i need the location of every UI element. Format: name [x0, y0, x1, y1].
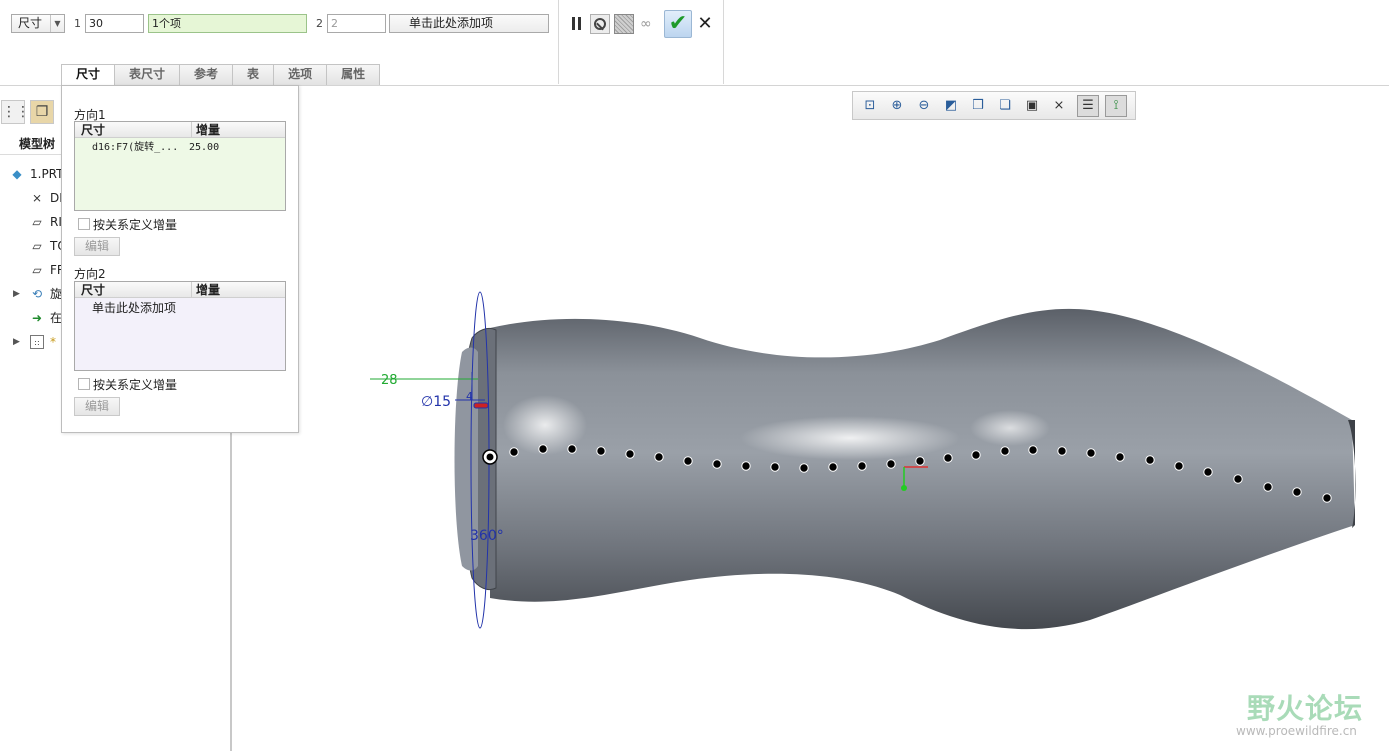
- direction1-label: 1: [74, 17, 81, 30]
- verify-mode-icon[interactable]: [614, 14, 634, 34]
- chevron-down-icon[interactable]: ▼: [50, 15, 64, 32]
- glasses-preview-icon[interactable]: ∞: [640, 16, 660, 32]
- pattern-member-point[interactable]: [943, 453, 953, 463]
- graphics-viewport[interactable]: 28 ∅15 4 360°: [234, 86, 1389, 751]
- pattern-member-point[interactable]: [683, 456, 693, 466]
- direction1-collector[interactable]: 1个项: [148, 14, 307, 33]
- column-header-dimension: 尺寸: [81, 283, 106, 297]
- tab-properties[interactable]: 属性: [326, 64, 381, 85]
- highlight: [740, 416, 960, 460]
- pattern-member-point[interactable]: [1145, 455, 1155, 465]
- dimension-length[interactable]: 28: [381, 373, 398, 388]
- pattern-member-point[interactable]: [770, 462, 780, 472]
- direction2-collector[interactable]: 单击此处添加项: [389, 14, 549, 33]
- expand-arrow-icon[interactable]: ▶: [13, 332, 20, 352]
- direction2-title: 方向2: [74, 267, 106, 281]
- pattern-member-point[interactable]: [1028, 445, 1038, 455]
- pattern-member-point[interactable]: [1000, 446, 1010, 456]
- pattern-member-point[interactable]: [857, 461, 867, 471]
- pattern-dashboard: 尺寸 ▼ 1 30 1个项 2 2 单击此处添加项 ∞ ✔ ✕ 尺寸 表尺寸 参…: [0, 0, 1389, 86]
- csys-origin: [901, 485, 907, 491]
- pattern-member-point[interactable]: [915, 456, 925, 466]
- forum-watermark: 野火论坛: [1247, 692, 1364, 725]
- pattern-member-point[interactable]: [1174, 461, 1184, 471]
- csys-icon: ⨯: [31, 191, 43, 205]
- dimension-angle[interactable]: 360°: [470, 528, 504, 544]
- selected-dimension-marker: [473, 402, 489, 409]
- dashboard-tabs: 尺寸 表尺寸 参考 表 选项 属性: [61, 64, 381, 86]
- pattern-member-point[interactable]: [1263, 482, 1273, 492]
- pattern-member-point[interactable]: [712, 459, 722, 469]
- cancel-close-icon[interactable]: ✕: [696, 13, 714, 35]
- tree-item-label: *: [50, 335, 56, 349]
- column-header-increment: 增量: [191, 282, 220, 298]
- confirm-check-icon[interactable]: ✔: [664, 10, 692, 38]
- pattern-member-point[interactable]: [1115, 452, 1125, 462]
- direction2-label: 2: [316, 17, 323, 30]
- revolve-icon: ⟲: [31, 287, 43, 301]
- pause-icon[interactable]: [566, 12, 588, 36]
- pattern-member-point[interactable]: [1086, 448, 1096, 458]
- pattern-member-point[interactable]: [509, 447, 519, 457]
- pattern-icon: ::: [30, 335, 44, 349]
- model-tree-title: 模型树: [19, 137, 56, 151]
- pattern-member-point[interactable]: [828, 462, 838, 472]
- edit-relation-button[interactable]: 编辑: [74, 397, 120, 416]
- dimension-small[interactable]: 4: [466, 390, 473, 403]
- relation-increment-label: 按关系定义增量: [93, 218, 178, 232]
- column-header-increment: 增量: [191, 122, 220, 138]
- pattern-member-point[interactable]: [799, 463, 809, 473]
- dimension-cell: d16:F7(旋转_...: [92, 142, 179, 153]
- datum-plane-icon: ▱: [32, 215, 42, 229]
- part-icon: ◆: [12, 167, 22, 181]
- relation-increment-label: 按关系定义增量: [93, 378, 178, 392]
- pattern-member-point[interactable]: [1322, 493, 1332, 503]
- pattern-member-point[interactable]: [1233, 474, 1243, 484]
- pattern-member-point[interactable]: [1292, 487, 1302, 497]
- forum-watermark-url: www.proewildfire.cn: [1236, 724, 1357, 738]
- relation-increment-checkbox[interactable]: [78, 218, 90, 230]
- pattern-member-point[interactable]: [567, 444, 577, 454]
- revolved-body[interactable]: [490, 308, 1355, 630]
- model-tree-tab-icon[interactable]: ⋮⋮: [1, 100, 30, 124]
- datum-plane-icon: ▱: [32, 239, 42, 253]
- pattern-member-point[interactable]: [654, 452, 664, 462]
- column-header-dimension: 尺寸: [81, 123, 106, 137]
- tab-table-dimensions[interactable]: 表尺寸: [114, 64, 181, 85]
- tree-item-label: 1.PRT: [30, 167, 64, 181]
- pattern-member-point[interactable]: [625, 449, 635, 459]
- pattern-member-point[interactable]: [596, 446, 606, 456]
- tab-options[interactable]: 选项: [273, 64, 328, 85]
- edit-relation-button[interactable]: 编辑: [74, 237, 120, 256]
- highlight: [970, 410, 1050, 446]
- direction1-count-input[interactable]: 30: [85, 14, 144, 33]
- expand-arrow-icon[interactable]: ▶: [13, 284, 20, 304]
- add-item-prompt[interactable]: 单击此处添加项: [92, 300, 176, 316]
- pattern-member-point[interactable]: [971, 450, 981, 460]
- insert-here-icon: ➜: [31, 311, 43, 325]
- toolbar-divider: [558, 0, 559, 84]
- pattern-member-point[interactable]: [1203, 467, 1213, 477]
- relation-increment-checkbox[interactable]: [78, 378, 90, 390]
- pattern-type-select[interactable]: 尺寸 ▼: [11, 14, 65, 33]
- direction2-count-input[interactable]: 2: [327, 14, 386, 33]
- no-preview-icon[interactable]: [590, 14, 610, 34]
- increment-cell[interactable]: 25.00: [189, 140, 219, 156]
- pattern-member-point[interactable]: [538, 444, 548, 454]
- pattern-origin-dot: [486, 453, 494, 461]
- dimension-diameter[interactable]: ∅15: [421, 394, 451, 410]
- toolbar-divider: [723, 0, 724, 84]
- tab-table[interactable]: 表: [232, 64, 275, 85]
- datum-plane-icon: ▱: [32, 263, 42, 277]
- tab-dimensions[interactable]: 尺寸: [61, 64, 116, 86]
- pattern-member-point[interactable]: [886, 459, 896, 469]
- pattern-type-value: 尺寸: [18, 16, 43, 30]
- folder-browser-tab-icon[interactable]: ❐: [30, 100, 54, 124]
- pattern-member-point[interactable]: [1057, 446, 1067, 456]
- tab-references[interactable]: 参考: [179, 64, 234, 85]
- pattern-member-point[interactable]: [741, 461, 751, 471]
